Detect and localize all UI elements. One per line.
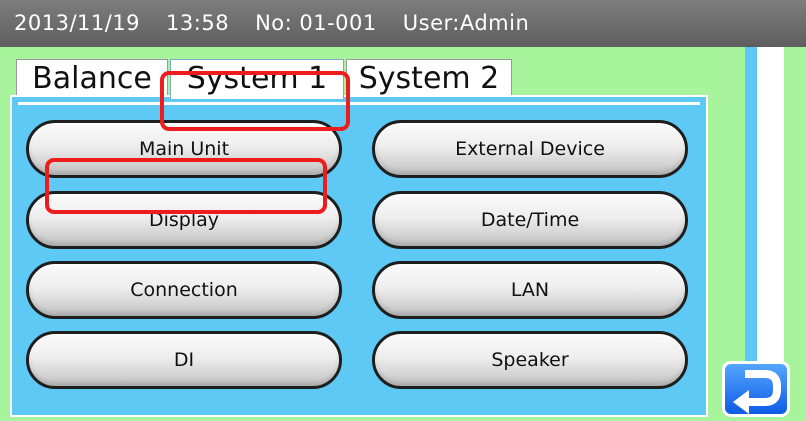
return-button[interactable]	[722, 361, 790, 417]
return-arrow-icon	[733, 370, 781, 414]
lan-button[interactable]: LAN	[372, 261, 688, 319]
date-time-button[interactable]: Date/Time	[372, 191, 688, 249]
connection-button[interactable]: Connection	[26, 261, 342, 319]
status-number: No: 01-001	[255, 11, 377, 35]
panel-divider	[18, 102, 700, 105]
tab-system-1[interactable]: System 1	[170, 59, 344, 99]
status-time: 13:58	[166, 11, 230, 35]
right-strip-blue	[745, 47, 757, 367]
status-user: User:Admin	[402, 11, 530, 35]
status-date: 2013/11/19	[14, 11, 141, 35]
right-strip-white	[757, 47, 784, 367]
status-bar: 2013/11/19 13:58 No: 01-001 User:Admin	[0, 0, 806, 47]
speaker-button[interactable]: Speaker	[372, 331, 688, 389]
main-unit-button[interactable]: Main Unit	[26, 120, 342, 178]
tab-balance[interactable]: Balance	[16, 59, 168, 97]
tab-system-2[interactable]: System 2	[346, 59, 512, 97]
display-button[interactable]: Display	[26, 191, 342, 249]
external-device-button[interactable]: External Device	[372, 120, 688, 178]
di-button[interactable]: DI	[26, 331, 342, 389]
